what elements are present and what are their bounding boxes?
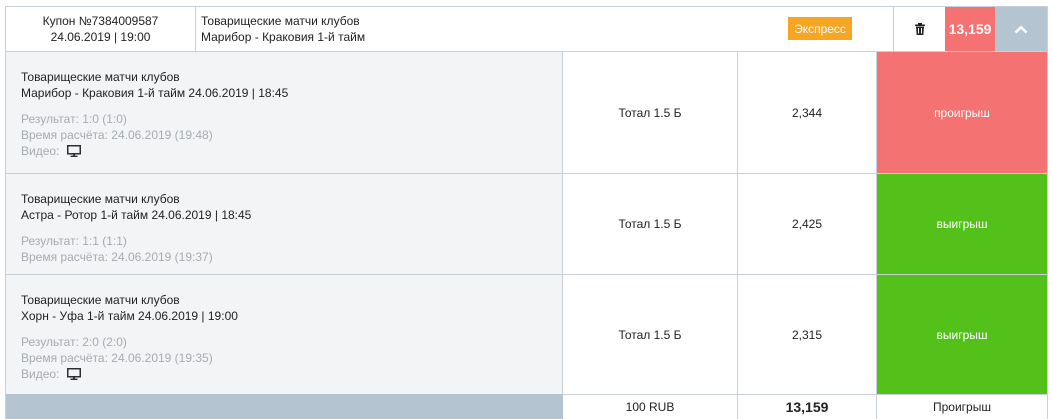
bet-market: Тотал 1.5 Б [563, 275, 738, 394]
bet-status: выигрыш [877, 275, 1047, 394]
bet-status: проигрыш [877, 52, 1047, 173]
bet-settled-time: Время расчёта: 24.06.2019 (19:35) [21, 351, 213, 365]
coupon-footer: 100 RUB 13,159 Проигрыш [6, 394, 1047, 419]
bet-description: Товарищеские матчи клубов Хорн - Уфа 1-й… [6, 275, 563, 394]
monitor-icon[interactable] [66, 145, 81, 157]
bet-event: Хорн - Уфа 1-й тайм 24.06.2019 | 19:00 [21, 309, 238, 323]
monitor-icon[interactable] [66, 368, 81, 380]
bet-market: Тотал 1.5 Б [563, 174, 738, 274]
bet-odds: 2,315 [738, 275, 877, 394]
bet-settled-time: Время расчёта: 24.06.2019 (19:48) [21, 128, 213, 142]
bet-row: Товарищеские матчи клубов Хорн - Уфа 1-й… [6, 275, 1047, 394]
bet-description: Товарищеские матчи клубов Астра - Ротор … [6, 174, 563, 274]
video-label: Видео: [21, 144, 60, 158]
footer-total-odds: 13,159 [738, 394, 877, 419]
coupon-datetime: 24.06.2019 | 19:00 [50, 30, 151, 44]
coupon-number: Купон №7384009587 [42, 14, 159, 28]
bet-odds: 2,425 [738, 174, 877, 274]
stake-amount: 100 RUB [563, 394, 738, 419]
bet-settled-time: Время расчёта: 24.06.2019 (19:37) [21, 250, 213, 264]
coupon-total-odds: 13,159 [945, 7, 995, 51]
bet-result: Результат: 2:0 (2:0) [21, 335, 127, 349]
bet-result: Результат: 1:1 (1:1) [21, 234, 127, 248]
bet-description: Товарищеские матчи клубов Марибор - Крак… [6, 52, 563, 173]
bet-event: Марибор - Краковия 1-й тайм 24.06.2019 |… [21, 86, 289, 100]
bet-row: Товарищеские матчи клубов Астра - Ротор … [6, 174, 1047, 275]
bet-type-badge: Экспресс [788, 17, 852, 40]
bet-league: Товарищеские матчи клубов [21, 70, 180, 84]
bet-status: выигрыш [877, 174, 1047, 274]
video-link[interactable]: Видео: [21, 366, 562, 382]
trash-icon [914, 23, 925, 35]
bet-odds: 2,344 [738, 52, 877, 173]
coupon-summary: Товарищеские матчи клубов Марибор - Крак… [196, 7, 893, 51]
bet-league: Товарищеские матчи клубов [21, 192, 180, 206]
delete-button[interactable] [893, 7, 945, 51]
bet-event: Астра - Ротор 1-й тайм 24.06.2019 | 18:4… [21, 208, 252, 222]
bet-league: Товарищеские матчи клубов [21, 293, 180, 307]
bet-row: Товарищеские матчи клубов Марибор - Крак… [6, 52, 1047, 174]
coupon-header[interactable]: Купон №7384009587 24.06.2019 | 19:00 Тов… [6, 7, 1047, 52]
bet-market: Тотал 1.5 Б [563, 52, 738, 173]
bet-result: Результат: 1:0 (1:0) [21, 112, 127, 126]
coupon-id-cell: Купон №7384009587 24.06.2019 | 19:00 [6, 7, 196, 51]
chevron-up-icon [1014, 24, 1028, 33]
coupon-outcome: Проигрыш [877, 394, 1047, 419]
video-label: Видео: [21, 367, 60, 381]
coupon-card: Купон №7384009587 24.06.2019 | 19:00 Тов… [5, 6, 1048, 419]
footer-spacer [6, 394, 563, 419]
video-link[interactable]: Видео: [21, 143, 562, 159]
collapse-button[interactable] [995, 7, 1047, 51]
